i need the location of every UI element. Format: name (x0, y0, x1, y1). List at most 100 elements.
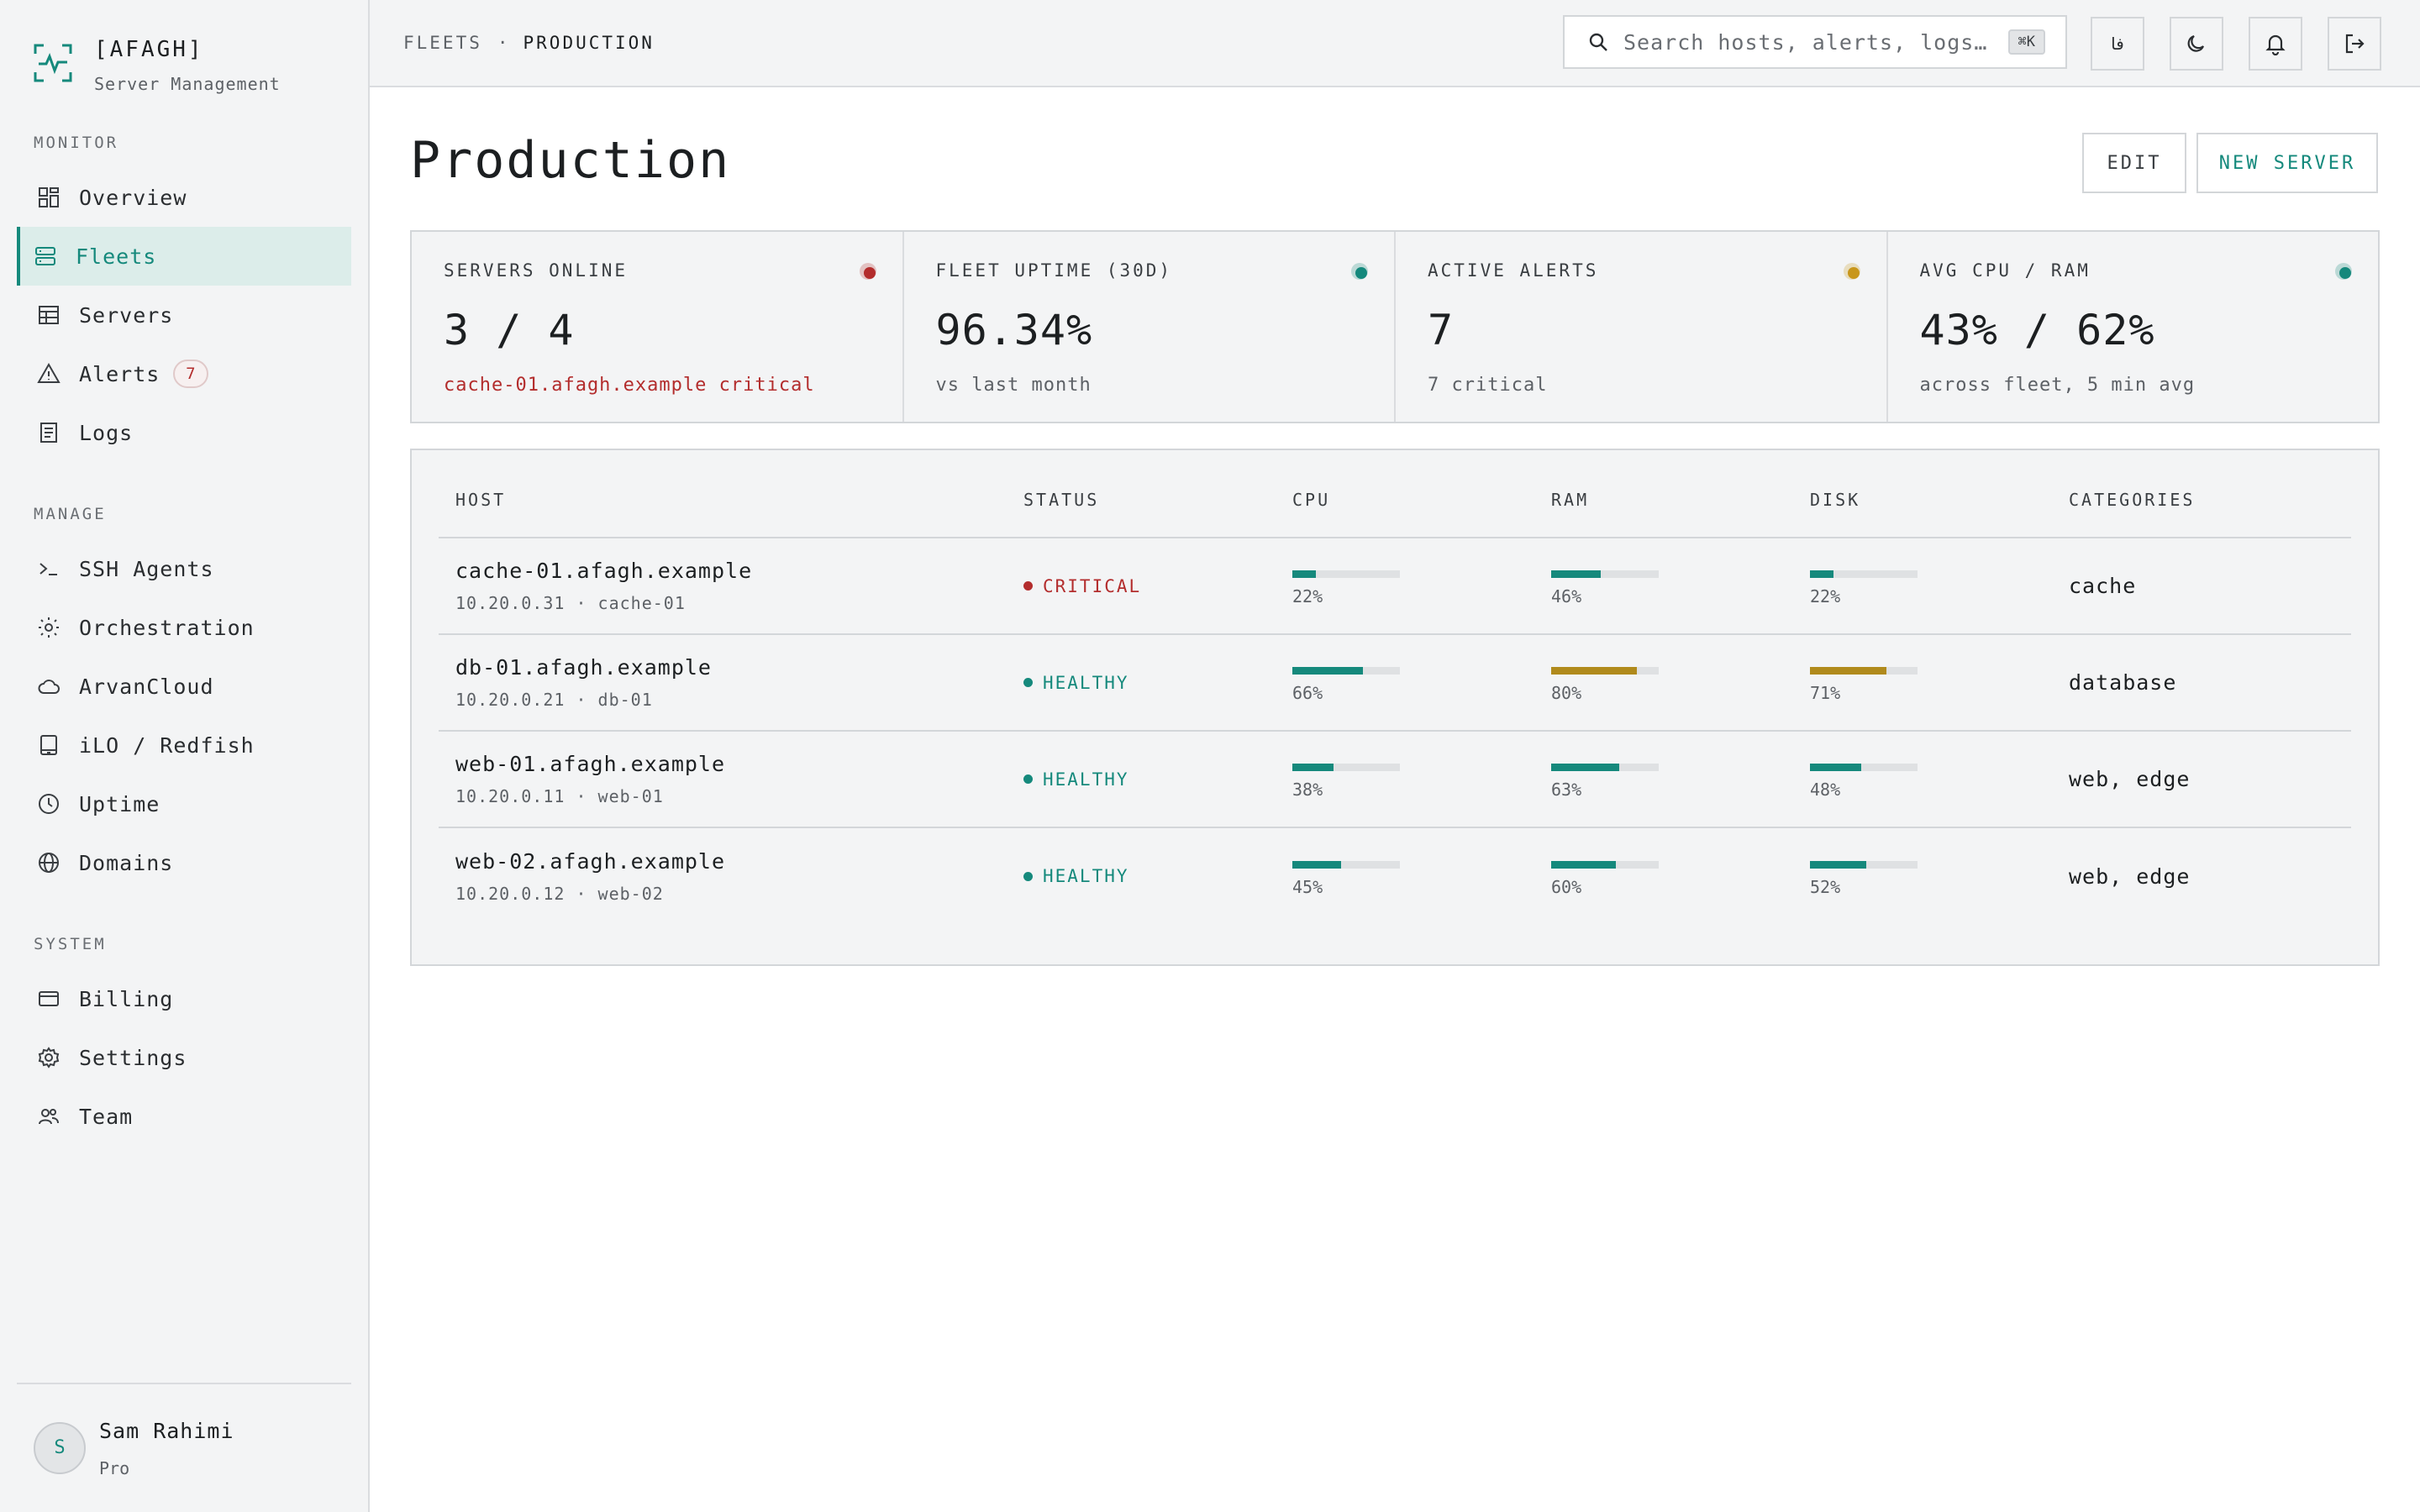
sidebar-item-servers[interactable]: Servers (17, 286, 351, 344)
sidebar-item-ilo-redfish[interactable]: iLO / Redfish (17, 716, 351, 774)
table-row[interactable]: web-02.afagh.example 10.20.0.12 · web-02… (439, 827, 2351, 924)
cpu-percent: 22% (1292, 586, 1323, 606)
page-header: Production EDIT NEW SERVER (410, 87, 2380, 230)
sidebar-item-label: Overview (79, 185, 187, 210)
sidebar-item-arvancloud[interactable]: ArvanCloud (17, 657, 351, 716)
theme-toggle-button[interactable] (2170, 17, 2223, 71)
stat-subtext: 7 critical (1428, 375, 1548, 396)
sidebar-item-orchestration[interactable]: Orchestration (17, 598, 351, 657)
language-label: فا (2111, 34, 2124, 54)
table-row[interactable]: cache-01.afagh.example 10.20.0.31 · cach… (439, 538, 2351, 635)
categories-text: web, edge (2069, 767, 2191, 791)
sidebar-item-fleets[interactable]: Fleets (17, 227, 351, 286)
ram-usage-bar (1551, 570, 1659, 578)
stat-label: ACTIVE ALERTS (1428, 260, 1599, 281)
disk-usage-fill (1810, 570, 1834, 578)
sidebar-item-overview[interactable]: Overview (17, 168, 351, 227)
ram-usage-fill (1551, 764, 1619, 771)
column-header-ram[interactable]: RAM (1551, 450, 1810, 538)
host-name[interactable]: cache-01.afagh.example (455, 559, 1023, 583)
host-cell: db-01.afagh.example 10.20.0.21 · db-01 (439, 634, 1023, 732)
host-cell: web-02.afagh.example 10.20.0.12 · web-02 (439, 827, 1023, 924)
bell-icon (2265, 34, 2286, 55)
logout-button[interactable] (2328, 17, 2381, 71)
disk-cell: 71% (1810, 634, 2069, 732)
cpu-usage-bar (1292, 764, 1400, 771)
warning-icon (37, 362, 60, 386)
document-icon (37, 421, 60, 444)
host-name[interactable]: web-01.afagh.example (455, 752, 1023, 776)
categories-cell: cache (2069, 538, 2351, 635)
ram-cell: 60% (1551, 827, 1810, 924)
cpu-cell: 66% (1292, 634, 1551, 732)
breadcrumb-parent[interactable]: FLEETS (403, 33, 482, 53)
nav-section-manage: MANAGE (34, 505, 107, 523)
column-header-cpu[interactable]: CPU (1292, 450, 1551, 538)
notifications-button[interactable] (2249, 17, 2302, 71)
sidebar-item-alerts[interactable]: Alerts 7 (17, 344, 351, 403)
stat-subtext: across fleet, 5 min avg (1919, 375, 2196, 396)
stat-label: FLEET UPTIME (30D) (935, 260, 1173, 281)
table-row[interactable]: db-01.afagh.example 10.20.0.21 · db-01 H… (439, 634, 2351, 732)
table-row[interactable]: web-01.afagh.example 10.20.0.11 · web-01… (439, 731, 2351, 828)
ram-usage-fill (1551, 667, 1638, 675)
status-dot-icon (1023, 871, 1033, 881)
sidebar-item-domains[interactable]: Domains (17, 833, 351, 892)
disk-percent: 71% (1810, 683, 1841, 703)
cpu-usage-fill (1292, 667, 1364, 675)
language-toggle-button[interactable]: فا (2091, 17, 2144, 71)
logout-icon (2345, 34, 2365, 54)
cpu-usage-bar (1292, 570, 1400, 578)
disk-usage-bar (1810, 667, 1918, 675)
pulse-logo-icon (34, 44, 72, 82)
sidebar-item-ssh-agents[interactable]: SSH Agents (17, 539, 351, 598)
table-header-row: HOST STATUS CPU RAM DISK CATEGORIES (439, 450, 2351, 538)
stat-value: 7 (1428, 306, 1455, 354)
column-header-disk[interactable]: DISK (1810, 450, 2069, 538)
status-dot-icon (1023, 774, 1033, 784)
status-dot-icon (1351, 263, 1368, 280)
disk-cell: 22% (1810, 538, 2069, 635)
sidebar-item-logs[interactable]: Logs (17, 403, 351, 462)
status-cell: CRITICAL (1023, 538, 1292, 635)
ram-usage-bar (1551, 764, 1659, 771)
search-shortcut-hint: ⌘K (2007, 29, 2045, 55)
disk-usage-bar (1810, 860, 1918, 869)
ram-usage-bar (1551, 860, 1659, 869)
sidebar-item-settings[interactable]: Settings (17, 1028, 351, 1087)
search-input[interactable]: Search hosts, alerts, logs… ⌘K (1563, 15, 2067, 69)
page-content: Production EDIT NEW SERVER SERVERS ONLIN… (370, 87, 2420, 966)
cpu-percent: 38% (1292, 780, 1323, 800)
ram-cell: 80% (1551, 634, 1810, 732)
column-header-host[interactable]: HOST (439, 450, 1023, 538)
disk-percent: 48% (1810, 780, 1841, 800)
sidebar-item-label: iLO / Redfish (79, 732, 255, 758)
status-badge: HEALTHY (1023, 769, 1292, 790)
sidebar-item-label: Alerts (79, 361, 160, 386)
topbar: FLEETS · PRODUCTION Search hosts, alerts… (370, 0, 2420, 87)
host-name[interactable]: db-01.afagh.example (455, 655, 1023, 680)
status-label: HEALTHY (1043, 769, 1129, 790)
status-badge: HEALTHY (1023, 673, 1292, 693)
host-cell: web-01.afagh.example 10.20.0.11 · web-01 (439, 731, 1023, 828)
sidebar-item-team[interactable]: Team (17, 1087, 351, 1146)
stat-value: 96.34% (935, 306, 1093, 354)
disk-usage-fill (1810, 667, 1886, 675)
edit-button[interactable]: EDIT (2082, 133, 2186, 193)
new-server-button[interactable]: NEW SERVER (2196, 133, 2378, 193)
categories-cell: web, edge (2069, 731, 2351, 828)
cpu-usage-bar (1292, 860, 1400, 869)
host-meta: 10.20.0.31 · cache-01 (455, 593, 686, 613)
disk-percent: 52% (1810, 876, 1841, 897)
sidebar-item-billing[interactable]: Billing (17, 969, 351, 1028)
ram-cell: 63% (1551, 731, 1810, 828)
globe-icon (37, 851, 60, 874)
cpu-usage-fill (1292, 570, 1317, 578)
ram-usage-fill (1551, 860, 1616, 869)
column-header-status[interactable]: STATUS (1023, 450, 1292, 538)
host-name[interactable]: web-02.afagh.example (455, 849, 1023, 874)
sidebar-item-uptime[interactable]: Uptime (17, 774, 351, 833)
user-profile[interactable]: S Sam Rahimi Pro (17, 1383, 351, 1512)
book-icon (37, 733, 60, 757)
column-header-categories[interactable]: CATEGORIES (2069, 450, 2351, 538)
